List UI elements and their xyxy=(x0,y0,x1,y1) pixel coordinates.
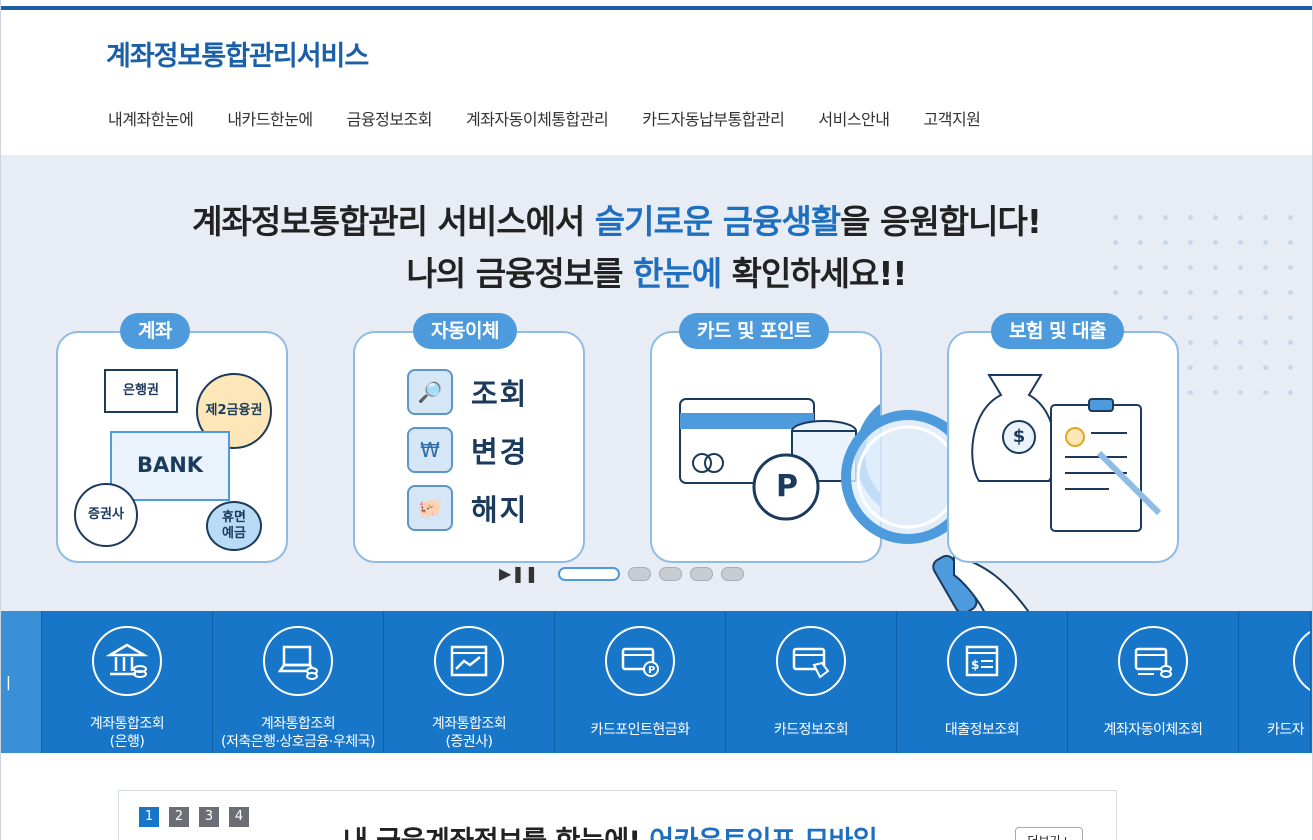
auto-inquiry-label: 조회 xyxy=(471,377,529,411)
slider-page-2[interactable] xyxy=(628,566,652,581)
notice-title-text: 내 금융계좌정보를 한눈에! xyxy=(343,826,649,840)
slider-page-5[interactable] xyxy=(721,566,745,581)
auto-row-cancel: 🐖 해지 xyxy=(407,485,528,531)
card-insurance-loan-tag: 보험 및 대출 xyxy=(991,313,1125,349)
auto-change-label: 변경 xyxy=(471,435,529,469)
quick-label-account-bank: 계좌통합조회 (은행) xyxy=(89,716,165,750)
point-card-icon: P xyxy=(605,626,675,696)
notice-page-1[interactable]: 1 xyxy=(139,807,159,827)
quick-partial-label: ㅣ xyxy=(1,674,16,693)
nav-financial-info[interactable]: 금융정보조회 xyxy=(347,106,433,130)
card-icon xyxy=(1293,626,1310,696)
slider-controls: ▶❚❚ xyxy=(499,564,752,583)
svg-text:$: $ xyxy=(971,658,979,672)
notice-banner: 1 2 3 4 내 금융계좌정보를 한눈에! 어카운트인포 모바일 더보기+ xyxy=(118,790,1117,840)
headline-2-text-b: 확인하세요!! xyxy=(721,254,908,293)
top-accent-bar xyxy=(0,6,1313,10)
card-card-points-tag: 카드 및 포인트 xyxy=(679,313,830,349)
magnifier-document-icon: 🔎 xyxy=(407,369,453,415)
bubble-bank-sector: 은행권 xyxy=(104,369,178,413)
won-exchange-icon: ₩ xyxy=(407,427,453,473)
card-insurance-loan[interactable]: $ xyxy=(947,331,1179,563)
quick-item-account-bank[interactable]: 계좌통합조회 (은행) xyxy=(42,611,213,753)
card-hand-icon xyxy=(776,626,846,696)
site-logo[interactable]: 계좌정보통합관리서비스 xyxy=(106,34,369,73)
piggy-bank-icon: 🐖 xyxy=(407,485,453,531)
bank-building-label: BANK xyxy=(110,431,230,501)
quick-label-card-point-cash: 카드포인트현금화 xyxy=(590,722,690,738)
quick-label-loan-info: 대출정보조회 xyxy=(944,722,1020,738)
nav-customer-support[interactable]: 고객지원 xyxy=(924,106,981,130)
bubble-securities: 증권사 xyxy=(74,483,138,547)
more-button[interactable]: 더보기+ xyxy=(1015,827,1083,840)
quick-item-auto-transfer[interactable]: 계좌자동이체조회 xyxy=(1068,611,1239,753)
nav-auto-transfer[interactable]: 계좌자동이체통합관리 xyxy=(466,106,609,130)
quick-item-loan-info[interactable]: $ 대출정보조회 xyxy=(897,611,1068,753)
card-auto-transfer[interactable]: 🔎 조회 ₩ 변경 🐖 해지 xyxy=(353,331,585,563)
quick-item-account-savings[interactable]: 계좌통합조회 (저축은행·상호금융·우체국) xyxy=(213,611,384,753)
point-p-label: P xyxy=(776,469,798,504)
main-navigation: 내계좌한눈에 내카드한눈에 금융정보조회 계좌자동이체통합관리 카드자동납부통합… xyxy=(108,106,1014,130)
auto-row-change: ₩ 변경 xyxy=(407,427,528,473)
chart-icon xyxy=(434,626,504,696)
headline-1-text-a: 계좌정보통합관리 서비스에서 xyxy=(192,202,595,241)
quick-label-account-savings: 계좌통합조회 (저축은행·상호금융·우체국) xyxy=(220,716,376,750)
quick-menu-bar: ㅣ 계좌통합조회 (은행) 계좌통합조회 (저축은행·상호금융·우체국) 계좌통… xyxy=(1,611,1312,753)
notice-page-3[interactable]: 3 xyxy=(199,807,219,827)
nav-my-cards[interactable]: 내카드한눈에 xyxy=(227,106,313,130)
notice-page-4[interactable]: 4 xyxy=(229,807,249,827)
transfer-icon xyxy=(1118,626,1188,696)
card-account-tag: 계좌 xyxy=(120,313,190,349)
quick-item-card-info[interactable]: 카드정보조회 xyxy=(726,611,897,753)
auto-row-inquiry: 🔎 조회 xyxy=(407,369,528,415)
headline-line-1: 계좌정보통합관리 서비스에서 슬기로운 금융생활을 응원합니다! xyxy=(1,195,1272,243)
laptop-icon xyxy=(263,626,333,696)
auto-cancel-label: 해지 xyxy=(471,493,529,527)
headline-2-highlight: 한눈에 xyxy=(633,254,722,293)
money-bag-contract-illustration xyxy=(971,374,1162,532)
quick-item-card-point-cash[interactable]: P 카드포인트현금화 xyxy=(555,611,726,753)
notice-page-2[interactable]: 2 xyxy=(169,807,189,827)
quick-label-card-auto-partial: 카드자 xyxy=(1267,722,1305,738)
slider-page-4[interactable] xyxy=(690,566,714,581)
quick-label-auto-transfer: 계좌자동이체조회 xyxy=(1103,722,1203,738)
card-auto-transfer-tag: 자동이체 xyxy=(413,313,517,349)
headline-2-text-a: 나의 금융정보를 xyxy=(406,254,633,293)
bank-icon xyxy=(92,626,162,696)
document-icon: $ xyxy=(947,626,1017,696)
nav-card-auto-pay[interactable]: 카드자동납부통합관리 xyxy=(642,106,785,130)
svg-text:P: P xyxy=(648,665,655,676)
quick-item-card-auto-partial[interactable]: 카드자 xyxy=(1239,611,1311,753)
quick-item-partial-prev[interactable]: ㅣ xyxy=(1,611,42,753)
notice-title: 내 금융계좌정보를 한눈에! 어카운트인포 모바일 xyxy=(343,819,878,840)
card-account[interactable]: 은행권 제2금융권 BANK 증권사 휴면 예금 xyxy=(56,331,288,563)
headline-1-text-b: 을 응원합니다! xyxy=(840,202,1042,241)
play-pause-button[interactable]: ▶❚❚ xyxy=(499,564,538,583)
main-visual-banner: 계좌정보통합관리 서비스에서 슬기로운 금융생활을 응원합니다! 나의 금융정보… xyxy=(1,155,1312,611)
slider-page-3[interactable] xyxy=(659,566,683,581)
quick-label-card-info: 카드정보조회 xyxy=(773,722,849,738)
dollar-sign-label: $ xyxy=(1012,426,1026,448)
quick-item-account-securities[interactable]: 계좌통합조회 (증권사) xyxy=(384,611,555,753)
notice-title-highlight: 어카운트인포 모바일 xyxy=(649,826,877,840)
headline-line-2: 나의 금융정보를 한눈에 확인하세요!! xyxy=(1,247,1312,295)
headline-1-highlight: 슬기로운 금융생활 xyxy=(594,202,841,241)
nav-service-guide[interactable]: 서비스안내 xyxy=(818,106,890,130)
bubble-dormant-deposit: 휴면 예금 xyxy=(206,501,262,551)
quick-label-account-securities: 계좌통합조회 (증권사) xyxy=(431,716,507,750)
nav-my-accounts[interactable]: 내계좌한눈에 xyxy=(108,106,194,130)
slider-page-1[interactable] xyxy=(558,566,621,581)
